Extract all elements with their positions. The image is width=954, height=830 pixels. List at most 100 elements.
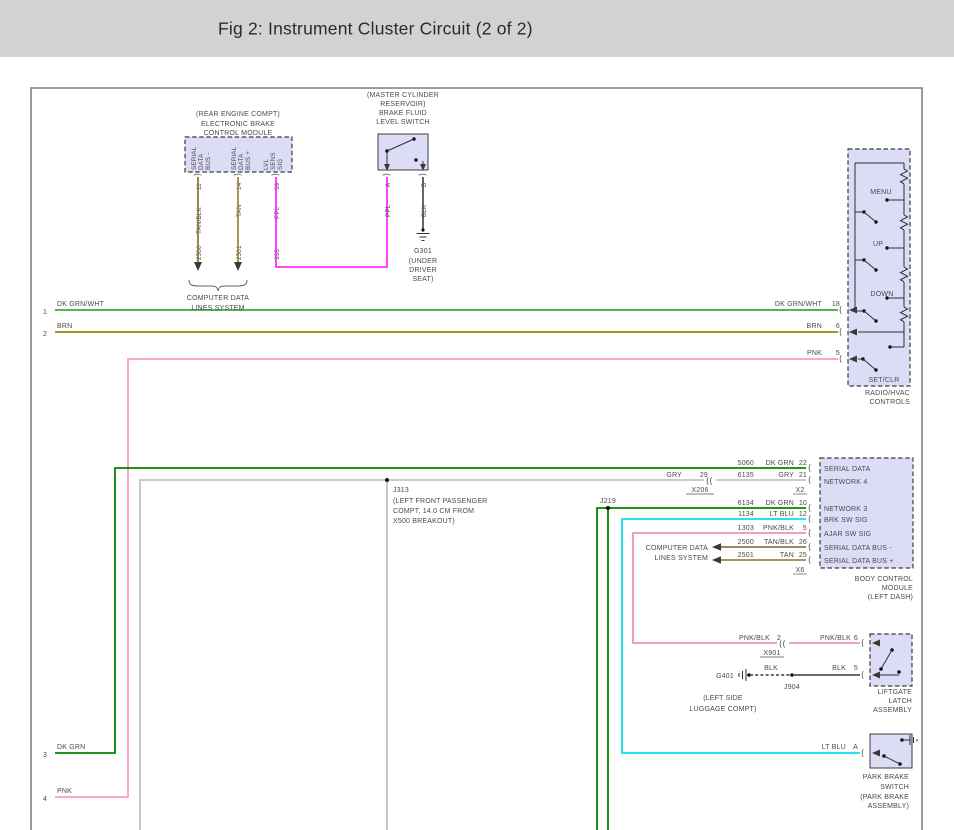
connector-receptacle: ( <box>808 476 811 486</box>
radio-pin18: 18 <box>832 301 840 308</box>
wire-gry-left <box>140 480 704 830</box>
switch-contact-dot <box>412 137 415 140</box>
bcm-pin: 10 <box>799 500 807 507</box>
radio-name-2: CONTROLS <box>870 399 911 406</box>
ebcm-title-1: (REAR ENGINE COMPT) <box>196 111 280 118</box>
main-wires <box>55 310 860 830</box>
bfls-pin-a: A <box>385 182 392 187</box>
bcm-wire: DK GRN <box>766 460 794 467</box>
brace-icon <box>189 280 247 291</box>
connector-receptacle: ( <box>808 515 811 525</box>
connector-receptacle: ( <box>808 504 811 514</box>
pb-name-3: (PARK BRAKE <box>860 794 909 801</box>
ebcm-pinword: SENS <box>270 152 277 170</box>
lg-wire-left: PNK/BLK <box>739 635 770 642</box>
radio-pin5-wire: PNK <box>807 350 822 357</box>
wire4-color: PNK <box>57 788 72 795</box>
bfls-wire-blk: BLK <box>421 204 428 217</box>
wire3-number: 3 <box>43 752 47 759</box>
bcm-pin: 21 <box>799 472 807 479</box>
liftgate-latch-assembly: PNK/BLK 2 (( X901 PNK/BLK 6 ( G401 BLK B… <box>690 634 913 714</box>
left-wire-labels: 1 DK GRN/WHT 2 BRN 3 DK GRN 4 PNK <box>43 301 105 803</box>
radio-btn-up: UP <box>873 241 883 248</box>
ground-dot <box>421 228 424 231</box>
radio-btn-setclr: SET/CLR <box>869 377 900 384</box>
lg-wire-right: PNK/BLK <box>820 635 851 642</box>
connector-receptacle: ( <box>808 543 811 553</box>
bcm-fn: SERIAL DATA BUS + <box>824 558 894 565</box>
connector-receptacle: ( <box>861 639 864 649</box>
wire4-number: 4 <box>43 796 47 803</box>
bcm-circuit: 2500 <box>738 539 754 546</box>
j219-id: J219 <box>600 498 616 505</box>
wiring-diagram: 1 DK GRN/WHT 2 BRN 3 DK GRN 4 PNK (REAR … <box>0 0 954 830</box>
bcm-pin: 25 <box>799 552 807 559</box>
connector-receptacle: ( <box>381 173 391 176</box>
left-arrow-icon <box>712 543 721 551</box>
ground-icon <box>739 669 746 681</box>
switch-contact-dot <box>888 345 891 348</box>
ebcm-pin-11: 11 <box>196 183 203 190</box>
switch-contact-dot <box>897 670 901 674</box>
connector-x6: X6 <box>796 567 805 574</box>
bcm-fn: BRK SW SIG <box>824 517 868 524</box>
ebcm-title-3: CONTROL MODULE <box>204 130 273 137</box>
bfls-title-3: BRAKE FLUID <box>379 110 427 117</box>
ebcm-pinword: BUS + <box>245 151 252 170</box>
pb-name-4: ASSEMBLY) <box>868 803 909 810</box>
down-arrow-icon <box>194 262 202 271</box>
ebcm-circuit-333: 333 <box>274 249 281 260</box>
connector-receptacle: ( <box>808 464 811 474</box>
g401-loc-1: (LEFT SIDE <box>703 695 743 702</box>
switch-contact-dot <box>885 198 888 201</box>
j313-desc-3: X500 BREAKOUT) <box>393 518 455 525</box>
bfls-title-2: RESERVOIR) <box>380 101 425 108</box>
g301-label: G301 <box>414 248 432 255</box>
bcm-name-3: (LEFT DASH) <box>868 594 913 601</box>
bcm-wire: TAN/BLK <box>764 539 794 546</box>
ebcm-pinword: SERIAL <box>231 146 238 170</box>
switch-contact-dot <box>414 158 417 161</box>
switch-contact-dot <box>885 246 888 249</box>
wire-ppl <box>276 177 387 267</box>
g401-loc-2: LUGGAGE COMPT) <box>690 706 757 713</box>
inline-connector-icon: (( <box>706 477 713 487</box>
latch-name-2: LATCH <box>889 698 912 705</box>
switch-contact-dot <box>898 762 902 766</box>
g301-loc-2: DRIVER <box>409 267 437 274</box>
bcm-name-2: MODULE <box>882 585 913 592</box>
bcm-pin: 5 <box>803 525 807 532</box>
bcm-circuit: 1303 <box>738 525 754 532</box>
ebcm-module: (REAR ENGINE COMPT) ELECTRONIC BRAKE CON… <box>185 111 387 312</box>
connector-receptacle: ( <box>808 529 811 539</box>
ebcm-wire-tanblk: TAN/BLK <box>196 207 203 234</box>
ebcm-circuit-2501: 2501 <box>236 245 243 260</box>
j313-id: J313 <box>393 487 409 494</box>
junction-j313: J313 (LEFT FRONT PASSENGER COMPT, 14.0 C… <box>385 478 487 525</box>
ebcm-pin-14: 14 <box>236 182 243 190</box>
radio-btn-down: DOWN <box>871 291 894 298</box>
radio-hvac-controls: ( ( ( MENU UP DOWN SET/CLR DK GRN/WHT 18… <box>775 149 910 406</box>
connector-x2: X2 <box>796 487 805 494</box>
pb-name-1: PARK BRAKE <box>863 774 909 781</box>
g301-loc-3: SEAT) <box>412 276 433 283</box>
connector-receptacle: ( <box>192 173 202 176</box>
bfls-title-1: (MASTER CYLINDER <box>367 92 439 99</box>
radio-pin6: 6 <box>836 323 840 330</box>
lg-wire-blk-2: BLK <box>832 665 846 672</box>
pb-name-2: SWITCH <box>880 784 909 791</box>
blade-dot <box>874 268 877 271</box>
bcm-fn: NETWORK 3 <box>824 506 867 513</box>
ebcm-pinword: DATA <box>198 153 205 170</box>
park-brake-switch: LT BLU A ( PARK BRAKE SWITCH (PARK BRAKE… <box>822 734 917 810</box>
pb-pin: A <box>853 744 858 751</box>
ebcm-pin-39: 39 <box>274 182 281 190</box>
wire1-number: 1 <box>43 309 47 316</box>
junction-dot <box>385 478 389 482</box>
bcm-wire: LT BLU <box>770 511 794 518</box>
switch-contact-dot <box>879 667 883 671</box>
ebcm-pinword: LVL <box>263 158 270 170</box>
lg-pin-5: 5 <box>854 665 858 672</box>
ebcm-wire-ppl: PPL <box>274 206 281 219</box>
lg-wire-blk-1: BLK <box>764 665 778 672</box>
